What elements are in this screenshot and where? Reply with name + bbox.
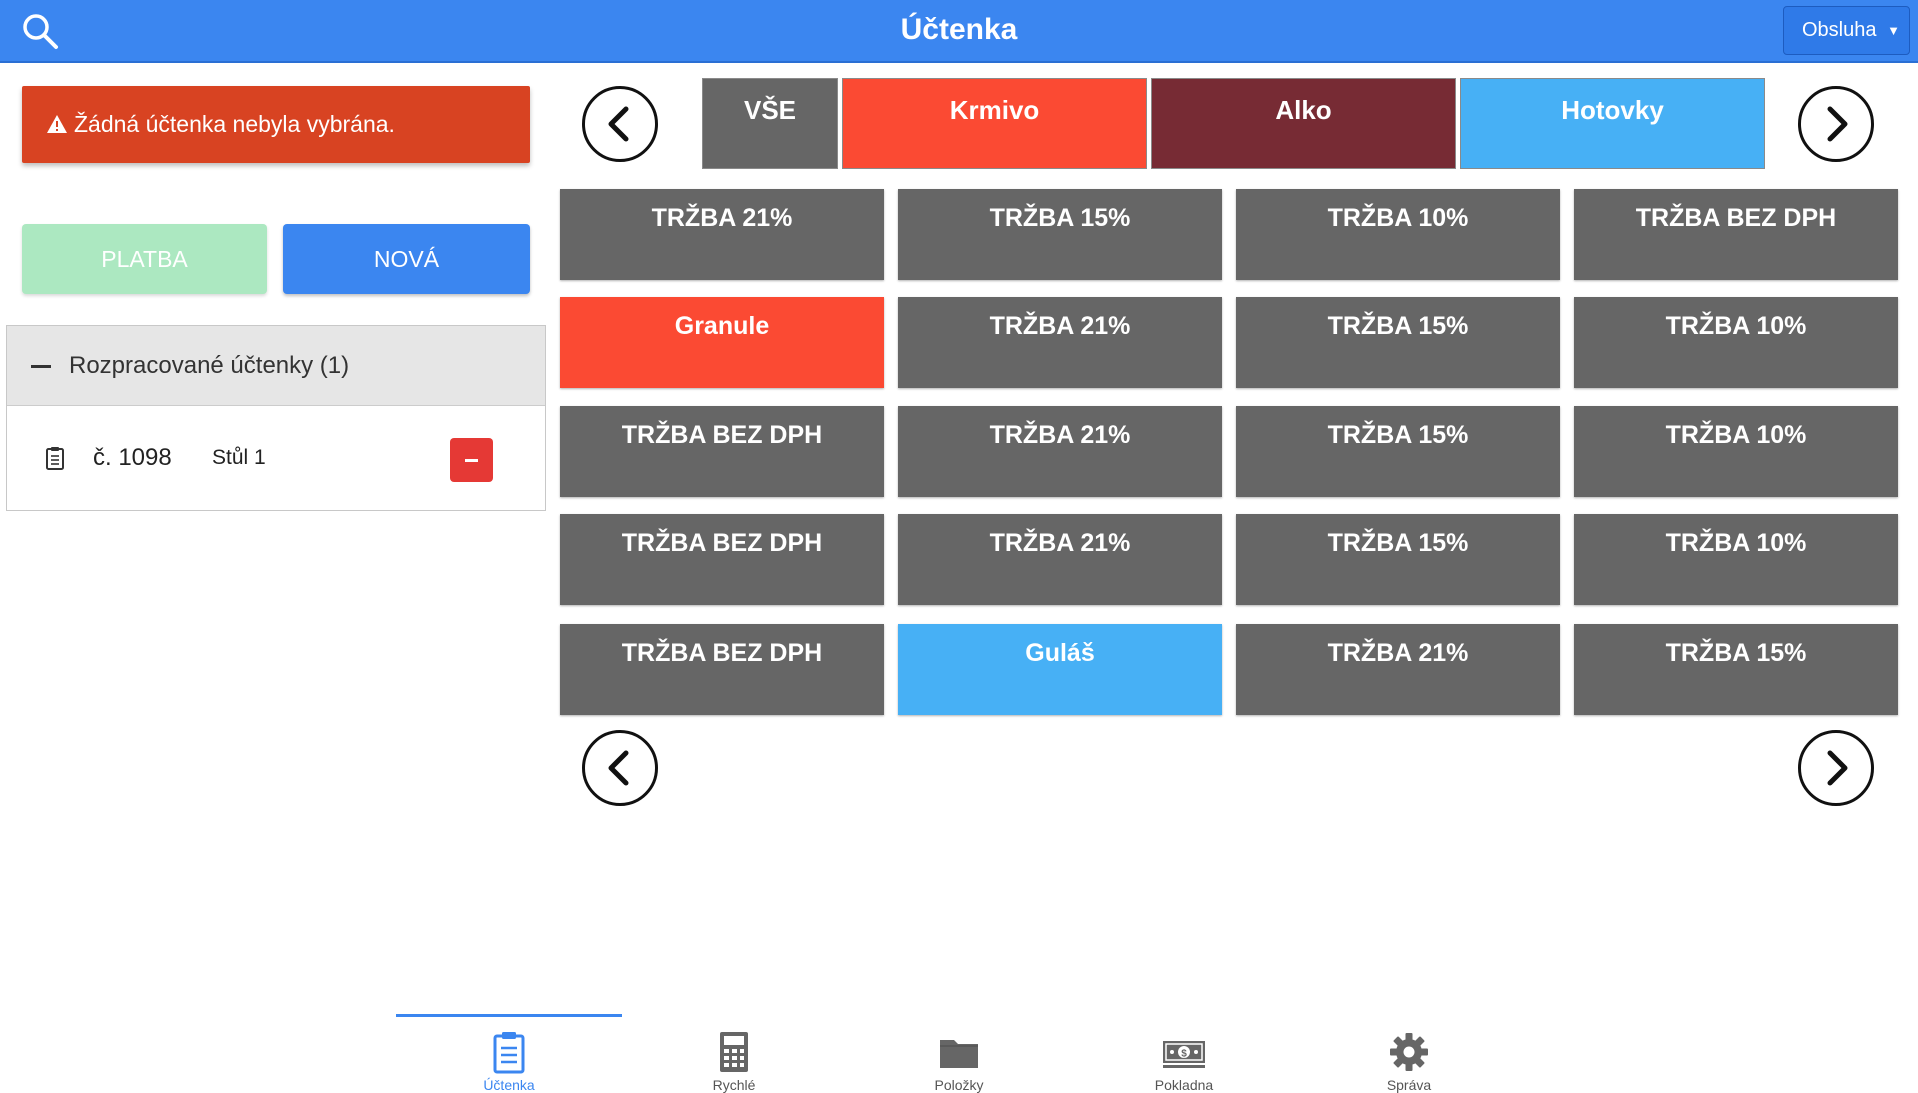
no-receipt-alert: Žádná účtenka nebyla vybrána.: [22, 86, 530, 163]
product-tile[interactable]: TRŽBA 21%: [898, 297, 1222, 388]
products-next-button[interactable]: [1798, 730, 1874, 806]
product-label: Granule: [674, 312, 770, 340]
category-tab-hotovky[interactable]: Hotovky: [1460, 78, 1765, 169]
product-label: TRŽBA 15%: [1665, 639, 1807, 667]
product-label: TRŽBA 15%: [1327, 529, 1469, 557]
product-tile[interactable]: Granule: [560, 297, 884, 388]
product-tile[interactable]: TRŽBA BEZ DPH: [560, 624, 884, 715]
nav-label: Pokladna: [1154, 1077, 1214, 1093]
products-prev-button[interactable]: [582, 730, 658, 806]
nav-label: Položky: [934, 1077, 984, 1093]
warning-icon: [47, 115, 67, 133]
product-tile[interactable]: TRŽBA 10%: [1574, 514, 1898, 605]
product-label: TRŽBA 21%: [989, 529, 1131, 557]
nav-item-items[interactable]: Položky: [846, 1020, 1072, 1093]
minus-icon: [465, 459, 478, 462]
product-tile[interactable]: TRŽBA 15%: [1574, 624, 1898, 715]
categories-prev-button[interactable]: [582, 86, 658, 162]
receipt-icon: [493, 1032, 525, 1074]
clipboard-icon: [46, 447, 64, 470]
product-label: TRŽBA 21%: [989, 421, 1131, 449]
product-tile[interactable]: TRŽBA BEZ DPH: [560, 406, 884, 497]
product-label: TRŽBA 21%: [989, 312, 1131, 340]
folder-icon: [940, 1040, 978, 1068]
collapse-icon: [31, 365, 51, 369]
delete-receipt-button[interactable]: [450, 438, 493, 482]
product-label: TRŽBA BEZ DPH: [1635, 204, 1837, 232]
receipt-table: Stůl 1: [212, 446, 266, 469]
category-tab-krmivo[interactable]: Krmivo: [842, 78, 1147, 169]
product-tile[interactable]: TRŽBA 15%: [1236, 514, 1560, 605]
product-label: TRŽBA 15%: [1327, 421, 1469, 449]
role-select-value: Obsluha: [1802, 19, 1877, 41]
nav-item-admin[interactable]: Správa: [1296, 1020, 1522, 1093]
product-tile[interactable]: TRŽBA 10%: [1574, 297, 1898, 388]
product-label: TRŽBA BEZ DPH: [621, 639, 823, 667]
product-tile[interactable]: TRŽBA 21%: [898, 406, 1222, 497]
chevron-left-icon: [608, 750, 629, 786]
product-label: TRŽBA BEZ DPH: [621, 529, 823, 557]
receipt-number: č. 1098: [93, 444, 172, 471]
nav-item-receipt[interactable]: Účtenka: [396, 1020, 622, 1093]
product-label: TRŽBA 10%: [1665, 312, 1807, 340]
product-label: TRŽBA 21%: [651, 204, 793, 232]
category-label: Krmivo: [949, 95, 1040, 125]
nav-label: Správa: [1386, 1077, 1432, 1093]
product-tile[interactable]: TRŽBA BEZ DPH: [1574, 189, 1898, 280]
active-tab-indicator: [396, 1014, 622, 1017]
product-label: TRŽBA 21%: [1327, 639, 1469, 667]
category-tab-alko[interactable]: Alko: [1151, 78, 1456, 169]
bottom-navigation: Účtenka Rychlé Položky $ Pokladna Správa: [0, 1010, 1918, 1093]
product-tile[interactable]: TRŽBA 15%: [1236, 406, 1560, 497]
open-receipts-title: Rozpracované účtenky (1): [69, 352, 350, 379]
calculator-icon: [720, 1032, 748, 1072]
open-receipts-header[interactable]: Rozpracované účtenky (1): [7, 326, 545, 406]
receipt-row[interactable]: č. 1098 Stůl 1: [7, 406, 545, 510]
page-title: Účtenka: [900, 13, 1018, 46]
nav-label: Účtenka: [483, 1077, 535, 1093]
product-tile[interactable]: TRŽBA 10%: [1236, 189, 1560, 280]
product-tile[interactable]: TRŽBA 21%: [560, 189, 884, 280]
pay-button[interactable]: PLATBA: [22, 224, 267, 294]
role-select[interactable]: Obsluha ▼: [1783, 6, 1910, 55]
product-tile[interactable]: TRŽBA 15%: [898, 189, 1222, 280]
product-label: TRŽBA 10%: [1665, 421, 1807, 449]
product-label: TRŽBA 15%: [989, 204, 1131, 232]
chevron-right-icon: [1827, 750, 1848, 786]
product-tile[interactable]: TRŽBA 21%: [898, 514, 1222, 605]
cash-icon: $: [1163, 1041, 1205, 1068]
nav-item-cashbox[interactable]: $ Pokladna: [1071, 1020, 1297, 1093]
categories-next-button[interactable]: [1798, 86, 1874, 162]
category-tab-all[interactable]: VŠE: [702, 78, 838, 169]
top-app-bar: Účtenka Obsluha ▼: [0, 0, 1918, 63]
category-label: Alko: [1275, 95, 1332, 125]
alert-text: Žádná účtenka nebyla vybrána.: [74, 111, 395, 137]
dropdown-caret-icon: ▼: [1887, 23, 1900, 38]
chevron-right-icon: [1827, 106, 1848, 142]
product-tile[interactable]: TRŽBA 21%: [1236, 624, 1560, 715]
category-label: VŠE: [743, 95, 797, 125]
product-label: TRŽBA BEZ DPH: [621, 421, 823, 449]
product-label: TRŽBA 10%: [1665, 529, 1807, 557]
product-label: TRŽBA 15%: [1327, 312, 1469, 340]
search-icon[interactable]: [20, 11, 60, 51]
nav-label: Rychlé: [712, 1077, 756, 1093]
product-tile[interactable]: Guláš: [898, 624, 1222, 715]
product-label: TRŽBA 10%: [1327, 204, 1469, 232]
gear-icon: [1390, 1033, 1428, 1071]
chevron-left-icon: [608, 106, 629, 142]
product-tile[interactable]: TRŽBA 10%: [1574, 406, 1898, 497]
product-label: Guláš: [1025, 639, 1095, 667]
product-tile[interactable]: TRŽBA BEZ DPH: [560, 514, 884, 605]
new-receipt-button[interactable]: NOVÁ: [283, 224, 530, 294]
nav-item-quick[interactable]: Rychlé: [621, 1020, 847, 1093]
category-label: Hotovky: [1561, 95, 1664, 125]
product-tile[interactable]: TRŽBA 15%: [1236, 297, 1560, 388]
open-receipts-panel: Rozpracované účtenky (1) č. 1098 Stůl 1: [6, 325, 546, 511]
svg-text:$: $: [1181, 1049, 1187, 1060]
